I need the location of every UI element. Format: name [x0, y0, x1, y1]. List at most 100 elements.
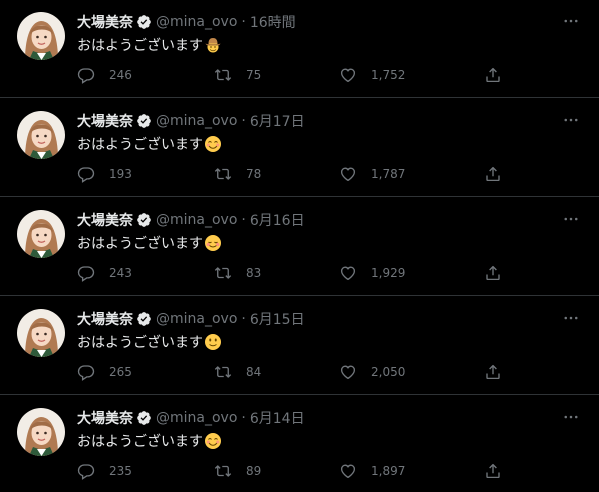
user-handle[interactable]: @mina_ovo	[156, 212, 237, 228]
share-button[interactable]	[484, 361, 502, 383]
like-button[interactable]: 1,752	[339, 64, 405, 86]
reply-button[interactable]: 243	[77, 262, 132, 284]
share-button[interactable]	[484, 64, 502, 86]
share-icon	[486, 67, 500, 83]
retweet-button[interactable]: 89	[214, 460, 261, 482]
reply-icon	[77, 464, 95, 480]
share-button[interactable]	[484, 262, 502, 284]
retweet-button[interactable]: 75	[214, 64, 261, 86]
user-handle[interactable]: @mina_ovo	[156, 410, 237, 426]
verified-badge-icon	[137, 411, 151, 425]
reply-count: 246	[109, 68, 132, 82]
retweet-button[interactable]: 83	[214, 262, 261, 284]
tweet-header: 大場美奈 @mina_ovo · 16時間	[77, 12, 296, 32]
tweet[interactable]: 大場美奈 @mina_ovo · 6月15日 おはようございます 265 84 …	[0, 297, 599, 395]
retweet-icon	[214, 366, 232, 378]
reply-icon	[77, 167, 95, 183]
heart-icon	[340, 365, 356, 380]
reply-count: 265	[109, 365, 132, 379]
avatar[interactable]	[17, 12, 65, 60]
user-handle[interactable]: @mina_ovo	[156, 311, 237, 327]
separator-dot: ·	[241, 113, 246, 129]
reply-button[interactable]: 193	[77, 163, 132, 185]
verified-badge-icon	[137, 114, 151, 128]
avatar[interactable]	[17, 309, 65, 357]
share-button[interactable]	[484, 460, 502, 482]
reply-button[interactable]: 235	[77, 460, 132, 482]
tweet-feed: 大場美奈 @mina_ovo · 16時間 おはようございます 246 75 1…	[0, 0, 599, 492]
tweet-body: おはようございます	[77, 38, 203, 54]
share-icon	[486, 166, 500, 182]
share-icon	[486, 463, 500, 479]
retweet-button[interactable]: 84	[214, 361, 261, 383]
avatar[interactable]	[17, 408, 65, 456]
more-options-icon[interactable]	[562, 210, 580, 228]
display-name[interactable]: 大場美奈	[77, 111, 133, 131]
more-options-icon[interactable]	[562, 309, 580, 327]
timestamp[interactable]: 6月17日	[250, 111, 305, 131]
retweet-icon	[214, 168, 232, 180]
heart-icon	[340, 266, 356, 281]
separator-dot: ·	[241, 410, 246, 426]
more-options-icon[interactable]	[562, 111, 580, 129]
retweet-count: 75	[246, 68, 262, 82]
tweet-body: おはようございます	[77, 137, 203, 153]
separator-dot: ·	[241, 311, 246, 327]
like-button[interactable]: 1,897	[339, 460, 405, 482]
tweet-header: 大場美奈 @mina_ovo · 6月14日	[77, 408, 305, 428]
timestamp[interactable]: 6月15日	[250, 309, 305, 329]
user-handle[interactable]: @mina_ovo	[156, 14, 237, 30]
share-icon	[486, 265, 500, 281]
emoji-icon	[204, 333, 222, 351]
like-button[interactable]: 1,929	[339, 262, 405, 284]
tweet[interactable]: 大場美奈 @mina_ovo · 16時間 おはようございます 246 75 1…	[0, 0, 599, 98]
like-button[interactable]: 2,050	[339, 361, 405, 383]
display-name[interactable]: 大場美奈	[77, 408, 133, 428]
tweet[interactable]: 大場美奈 @mina_ovo · 6月14日 おはようございます 235 89 …	[0, 396, 599, 492]
share-button[interactable]	[484, 163, 502, 185]
tweet-header: 大場美奈 @mina_ovo · 6月16日	[77, 210, 305, 230]
heart-icon	[340, 167, 356, 182]
retweet-icon	[214, 267, 232, 279]
like-count: 1,897	[371, 464, 406, 478]
like-button[interactable]: 1,787	[339, 163, 405, 185]
verified-badge-icon	[137, 213, 151, 227]
reply-button[interactable]: 265	[77, 361, 132, 383]
emoji-icon	[204, 36, 222, 54]
emoji-icon	[204, 432, 222, 450]
emoji-icon	[204, 234, 222, 252]
tweet-text: おはようございます	[77, 233, 222, 253]
reply-count: 243	[109, 266, 132, 280]
tweet[interactable]: 大場美奈 @mina_ovo · 6月16日 おはようございます 243 83 …	[0, 198, 599, 296]
display-name[interactable]: 大場美奈	[77, 12, 133, 32]
tweet[interactable]: 大場美奈 @mina_ovo · 6月17日 おはようございます 193 78 …	[0, 99, 599, 197]
display-name[interactable]: 大場美奈	[77, 309, 133, 329]
display-name[interactable]: 大場美奈	[77, 210, 133, 230]
tweet-body: おはようございます	[77, 434, 203, 450]
verified-badge-icon	[137, 312, 151, 326]
avatar[interactable]	[17, 210, 65, 258]
timestamp[interactable]: 6月14日	[250, 408, 305, 428]
heart-icon	[340, 464, 356, 479]
reply-button[interactable]: 246	[77, 64, 132, 86]
reply-count: 235	[109, 464, 132, 478]
tweet-text: おはようございます	[77, 134, 222, 154]
tweet-header: 大場美奈 @mina_ovo · 6月15日	[77, 309, 305, 329]
retweet-icon	[214, 465, 232, 477]
user-handle[interactable]: @mina_ovo	[156, 113, 237, 129]
more-options-icon[interactable]	[562, 12, 580, 30]
retweet-button[interactable]: 78	[214, 163, 261, 185]
tweet-text: おはようございます	[77, 431, 222, 451]
reply-icon	[77, 68, 95, 84]
retweet-count: 84	[246, 365, 262, 379]
timestamp[interactable]: 6月16日	[250, 210, 305, 230]
tweet-body: おはようございます	[77, 335, 203, 351]
timestamp[interactable]: 16時間	[250, 12, 296, 32]
avatar[interactable]	[17, 111, 65, 159]
separator-dot: ·	[241, 212, 246, 228]
more-options-icon[interactable]	[562, 408, 580, 426]
heart-icon	[340, 68, 356, 83]
tweet-body: おはようございます	[77, 236, 203, 252]
retweet-icon	[214, 69, 232, 81]
share-icon	[486, 364, 500, 380]
